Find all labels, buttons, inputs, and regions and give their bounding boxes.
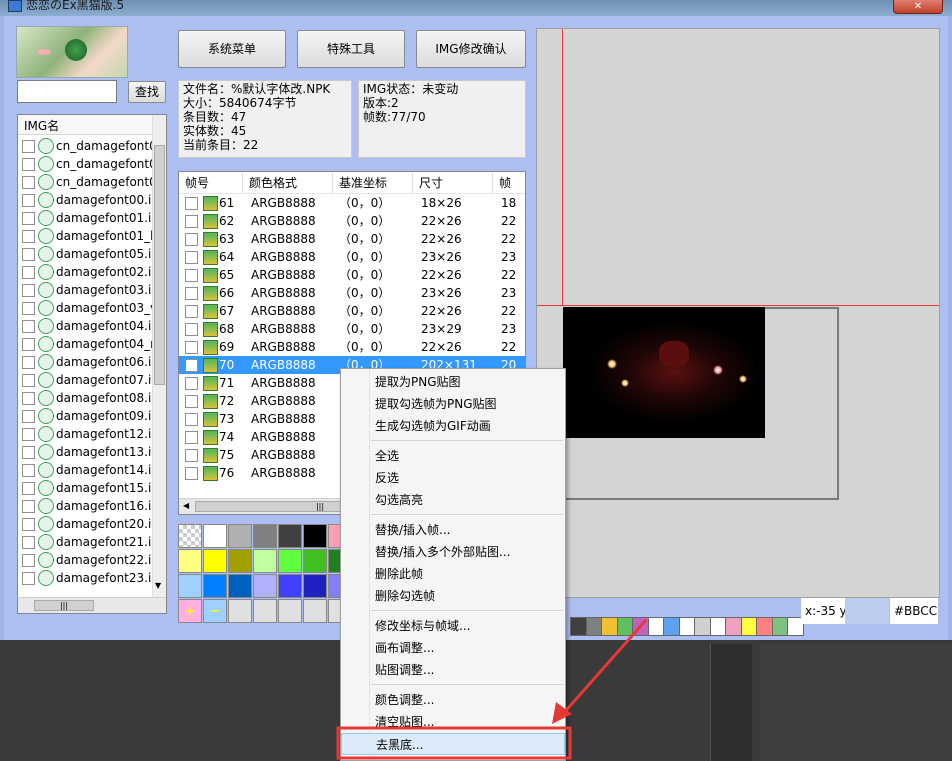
annotation-arrow [336, 619, 648, 760]
annotation-highlight-box [336, 726, 572, 760]
